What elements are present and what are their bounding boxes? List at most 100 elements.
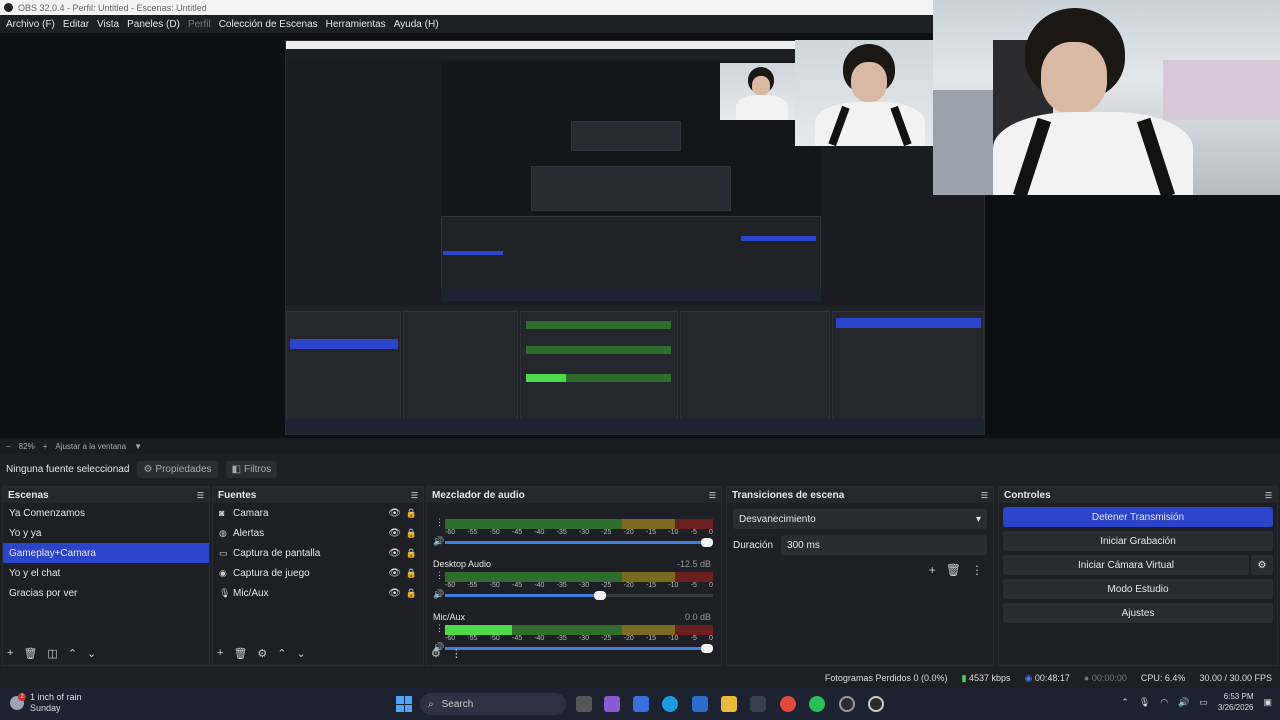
store-icon[interactable] xyxy=(750,696,766,712)
trash-icon[interactable]: 🗑 xyxy=(233,647,247,660)
lock-icon[interactable]: 🔒 xyxy=(406,588,417,599)
zoom-out-icon[interactable]: − xyxy=(6,442,11,451)
sources-dock: Fuentes ☰ ◙ Camara 👁 🔒 ◍ Alertas 👁 🔒 ▭ Captura de… xyxy=(212,486,424,666)
menu-herramientas[interactable]: Herramientas xyxy=(322,19,390,30)
gear-icon[interactable]: ⚙ xyxy=(257,647,267,660)
chevron-up-icon[interactable]: ⌃ xyxy=(1121,697,1129,708)
scene-item[interactable]: Gameplay+Camara xyxy=(3,543,209,563)
tick-label: -10 xyxy=(668,582,679,589)
lock-icon[interactable]: 🔒 xyxy=(406,508,417,519)
whatsapp-icon[interactable] xyxy=(809,696,825,712)
add-icon[interactable]: + xyxy=(929,563,936,577)
chrome-icon[interactable] xyxy=(780,696,796,712)
advanced-audio-icon[interactable]: ⚙ xyxy=(431,647,441,660)
globe-icon: ◍ xyxy=(219,527,227,538)
eye-icon[interactable]: 👁 xyxy=(388,568,401,579)
taskbar-search[interactable]: ⌕ Search xyxy=(420,693,566,715)
mail-icon[interactable] xyxy=(692,696,708,712)
chevron-down-icon[interactable]: ▼ xyxy=(134,442,142,451)
source-item[interactable]: ▭ Captura de pantalla 👁 🔒 xyxy=(213,543,423,563)
source-item[interactable]: ◉ Captura de juego 👁 🔒 xyxy=(213,563,423,583)
lock-icon[interactable]: 🔒 xyxy=(406,568,417,579)
trash-icon[interactable]: 🗑 xyxy=(946,563,961,577)
source-item[interactable]: 🎙 Mic/Aux 👁 🔒 xyxy=(213,583,423,603)
start-record-button[interactable]: Iniciar Grabación xyxy=(1003,531,1273,551)
clock[interactable]: 6:53 PM 3/26/2026 xyxy=(1218,691,1254,713)
properties-button[interactable]: ⚙ Propiedades xyxy=(137,460,218,478)
mixer-header: Mezclador de audio ☰ xyxy=(427,487,721,503)
trash-icon[interactable]: 🗑 xyxy=(23,647,37,660)
volume-slider[interactable] xyxy=(445,538,713,547)
more-options-icon[interactable]: ⋮ xyxy=(435,623,444,634)
windows-start-icon[interactable] xyxy=(396,696,412,712)
weather-widget[interactable]: 2 1 inch of rain Sunday xyxy=(10,692,82,714)
more-options-icon[interactable]: ⋮ xyxy=(451,647,462,660)
duration-input[interactable]: 300 ms xyxy=(781,535,987,555)
zoom-fit-label[interactable]: Ajustar a la ventana xyxy=(55,442,126,451)
chevron-down-icon[interactable]: ⌄ xyxy=(87,647,96,660)
speaker-icon[interactable]: 🔊 xyxy=(1178,697,1189,708)
add-icon[interactable]: + xyxy=(7,647,13,659)
lock-icon[interactable]: 🔒 xyxy=(406,528,417,539)
slider-handle[interactable] xyxy=(593,591,606,600)
stop-stream-button[interactable]: Detener Transmisión xyxy=(1003,507,1273,527)
virtual-camera-button[interactable]: Iniciar Cámara Virtual xyxy=(1003,555,1249,575)
zoom-in-icon[interactable]: + xyxy=(43,442,48,451)
source-item[interactable]: ◍ Alertas 👁 🔒 xyxy=(213,523,423,543)
speaker-icon[interactable]: 🔊 xyxy=(433,589,444,600)
notifications-icon[interactable]: ▣ xyxy=(1263,697,1272,708)
slider-handle[interactable] xyxy=(701,538,713,547)
chevron-up-icon[interactable]: ⌃ xyxy=(277,647,286,660)
source-toolbar: Ninguna fuente seleccionad ⚙ Propiedades… xyxy=(0,456,1280,482)
settings-button[interactable]: Ajustes xyxy=(1003,603,1273,623)
microphone-icon[interactable]: 🎙 xyxy=(1139,697,1150,708)
menu-archivo[interactable]: Archivo (F) xyxy=(2,19,59,30)
speaker-icon[interactable]: 🔊 xyxy=(433,536,444,547)
menu-coleccion[interactable]: Colección de Escenas xyxy=(215,19,322,30)
lock-icon[interactable]: 🔒 xyxy=(406,548,417,559)
clock-time: 6:53 PM xyxy=(1223,692,1254,701)
copilot-icon[interactable] xyxy=(604,696,620,712)
filter-icon[interactable]: ◫ xyxy=(47,647,57,660)
add-icon[interactable]: + xyxy=(217,647,223,659)
eye-icon[interactable]: 👁 xyxy=(388,588,401,599)
chevron-down-icon[interactable]: ⌄ xyxy=(297,647,306,660)
menu-ayuda[interactable]: Ayuda (H) xyxy=(390,19,443,30)
dock-menu-icon[interactable]: ☰ xyxy=(411,491,418,500)
source-item[interactable]: ◙ Camara 👁 🔒 xyxy=(213,503,423,523)
dock-menu-icon[interactable]: ☰ xyxy=(1265,491,1272,500)
wifi-icon[interactable]: ◠ xyxy=(1160,697,1168,708)
more-options-icon[interactable]: ⋮ xyxy=(971,563,983,577)
task-view-icon[interactable] xyxy=(576,696,592,712)
menu-paneles[interactable]: Paneles (D) xyxy=(123,19,184,30)
scene-item[interactable]: Gracias por ver xyxy=(3,583,209,603)
obs-icon[interactable] xyxy=(868,696,884,712)
volume-slider[interactable] xyxy=(445,591,713,600)
eye-icon[interactable]: 👁 xyxy=(388,528,401,539)
scene-list: Ya Comenzamos Yo y ya Gameplay+Camara Yo y … xyxy=(3,503,209,603)
eye-icon[interactable]: 👁 xyxy=(388,548,401,559)
studio-mode-button[interactable]: Modo Estudio xyxy=(1003,579,1273,599)
eye-icon[interactable]: 👁 xyxy=(388,508,401,519)
file-explorer-icon[interactable] xyxy=(721,696,737,712)
transition-select[interactable]: Desvanecimiento ▾ xyxy=(733,509,987,529)
scene-item[interactable]: Yo y ya xyxy=(3,523,209,543)
obs-icon[interactable] xyxy=(839,696,855,712)
battery-icon[interactable]: ▭ xyxy=(1199,697,1208,708)
menu-perfil[interactable]: Perfil xyxy=(184,19,215,30)
more-options-icon[interactable]: ⋮ xyxy=(435,517,444,528)
dock-menu-icon[interactable]: ☰ xyxy=(197,491,204,500)
scene-item[interactable]: Ya Comenzamos xyxy=(3,503,209,523)
chevron-up-icon[interactable]: ⌃ xyxy=(68,647,77,660)
filters-button[interactable]: ◧ Filtros xyxy=(225,460,278,478)
more-options-icon[interactable]: ⋮ xyxy=(435,570,444,581)
edge-icon[interactable] xyxy=(662,696,678,712)
dock-menu-icon[interactable]: ☰ xyxy=(709,491,716,500)
dock-menu-icon[interactable]: ☰ xyxy=(981,491,988,500)
virtual-camera-settings-icon[interactable]: ⚙ xyxy=(1251,555,1273,575)
menu-vista[interactable]: Vista xyxy=(93,19,123,30)
app-icon[interactable] xyxy=(633,696,649,712)
scene-item[interactable]: Yo y el chat xyxy=(3,563,209,583)
menu-editar[interactable]: Editar xyxy=(59,19,93,30)
weather-icon: 2 xyxy=(10,693,26,710)
